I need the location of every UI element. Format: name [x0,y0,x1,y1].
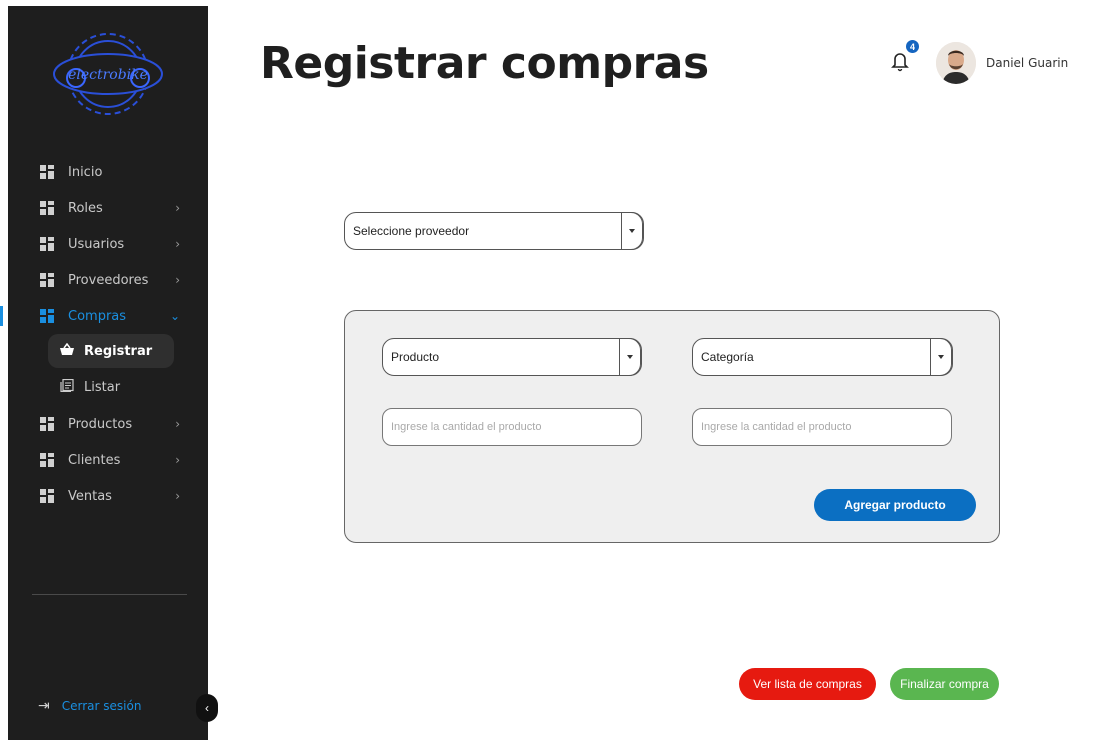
page-title: Registrar compras [260,38,709,89]
dropdown-arrow-icon[interactable] [621,212,643,250]
sidebar-item-label: Productos [68,416,133,432]
collapse-sidebar-button[interactable]: ‹ [196,694,218,722]
dropdown-arrow-icon[interactable] [930,338,952,376]
sidebar-item-ventas[interactable]: Ventas › [8,478,208,514]
grid-icon [40,273,54,287]
chevron-right-icon: › [175,273,180,287]
sidebar-subitem-registrar[interactable]: Registrar [48,334,174,368]
sidebar-item-label: Clientes [68,452,121,468]
sidebar-item-label: Roles [68,200,103,216]
chevron-right-icon: › [175,417,180,431]
grid-icon [40,417,54,431]
sidebar-subitem-label: Listar [84,379,121,395]
sidebar-nav: Inicio Roles › Usuarios › Proveedores › … [0,154,208,514]
product-select[interactable]: Producto [382,338,642,376]
grid-icon [40,237,54,251]
sidebar-item-clientes[interactable]: Clientes › [8,442,208,478]
sidebar-item-label: Ventas [68,488,112,504]
sidebar-item-label: Proveedores [68,272,149,288]
supplier-select-value: Seleccione proveedor [353,224,470,238]
logout-label: Cerrar sesión [61,699,142,713]
chevron-left-icon: ‹ [205,701,209,715]
chevron-down-icon: ⌄ [169,309,180,323]
page: electrobike Inicio Roles › Usuarios › Pr… [0,0,1097,740]
sidebar-item-productos[interactable]: Productos › [8,406,208,442]
category-select[interactable]: Categoría [692,338,953,376]
chevron-right-icon: › [175,453,180,467]
list-icon [60,378,74,396]
product-select-value: Producto [391,350,440,364]
sidebar-subitem-label: Registrar [84,343,153,359]
grid-icon [40,489,54,503]
sidebar: electrobike Inicio Roles › Usuarios › Pr… [0,6,208,740]
supplier-select[interactable]: Seleccione proveedor [344,212,644,250]
grid-icon [40,309,54,323]
grid-icon [40,453,54,467]
category-select-value: Categoría [701,350,754,364]
logo-text: electrobike [68,67,148,83]
logout-button[interactable]: ⇥ Cerrar sesión [38,698,141,714]
user-name[interactable]: Daniel Guarin [986,56,1068,70]
logout-icon: ⇥ [38,698,50,714]
sidebar-divider [32,594,187,595]
chevron-right-icon: › [175,201,180,215]
view-purchase-list-button[interactable]: Ver lista de compras [739,668,876,700]
notification-badge: 4 [904,38,921,55]
avatar[interactable] [936,42,976,84]
sidebar-item-roles[interactable]: Roles › [8,190,208,226]
finish-purchase-button[interactable]: Finalizar compra [890,668,999,700]
add-product-button[interactable]: Agregar producto [814,489,976,521]
sidebar-item-label: Usuarios [68,236,125,252]
sidebar-item-label: Compras [68,308,127,324]
quantity-input-right[interactable] [692,408,952,446]
grid-icon [40,165,54,179]
grid-icon [40,201,54,215]
sidebar-item-proveedores[interactable]: Proveedores › [8,262,208,298]
sidebar-subitem-listar[interactable]: Listar [48,370,174,404]
basket-icon [60,342,74,360]
chevron-right-icon: › [175,489,180,503]
sidebar-item-compras[interactable]: Compras ⌄ [0,298,208,334]
sidebar-item-inicio[interactable]: Inicio [8,154,208,190]
chevron-right-icon: › [175,237,180,251]
quantity-input-left[interactable] [382,408,642,446]
sidebar-item-label: Inicio [68,164,103,180]
brand-logo[interactable]: electrobike [46,22,170,126]
active-indicator [0,306,3,326]
dropdown-arrow-icon[interactable] [619,338,641,376]
sidebar-item-usuarios[interactable]: Usuarios › [8,226,208,262]
